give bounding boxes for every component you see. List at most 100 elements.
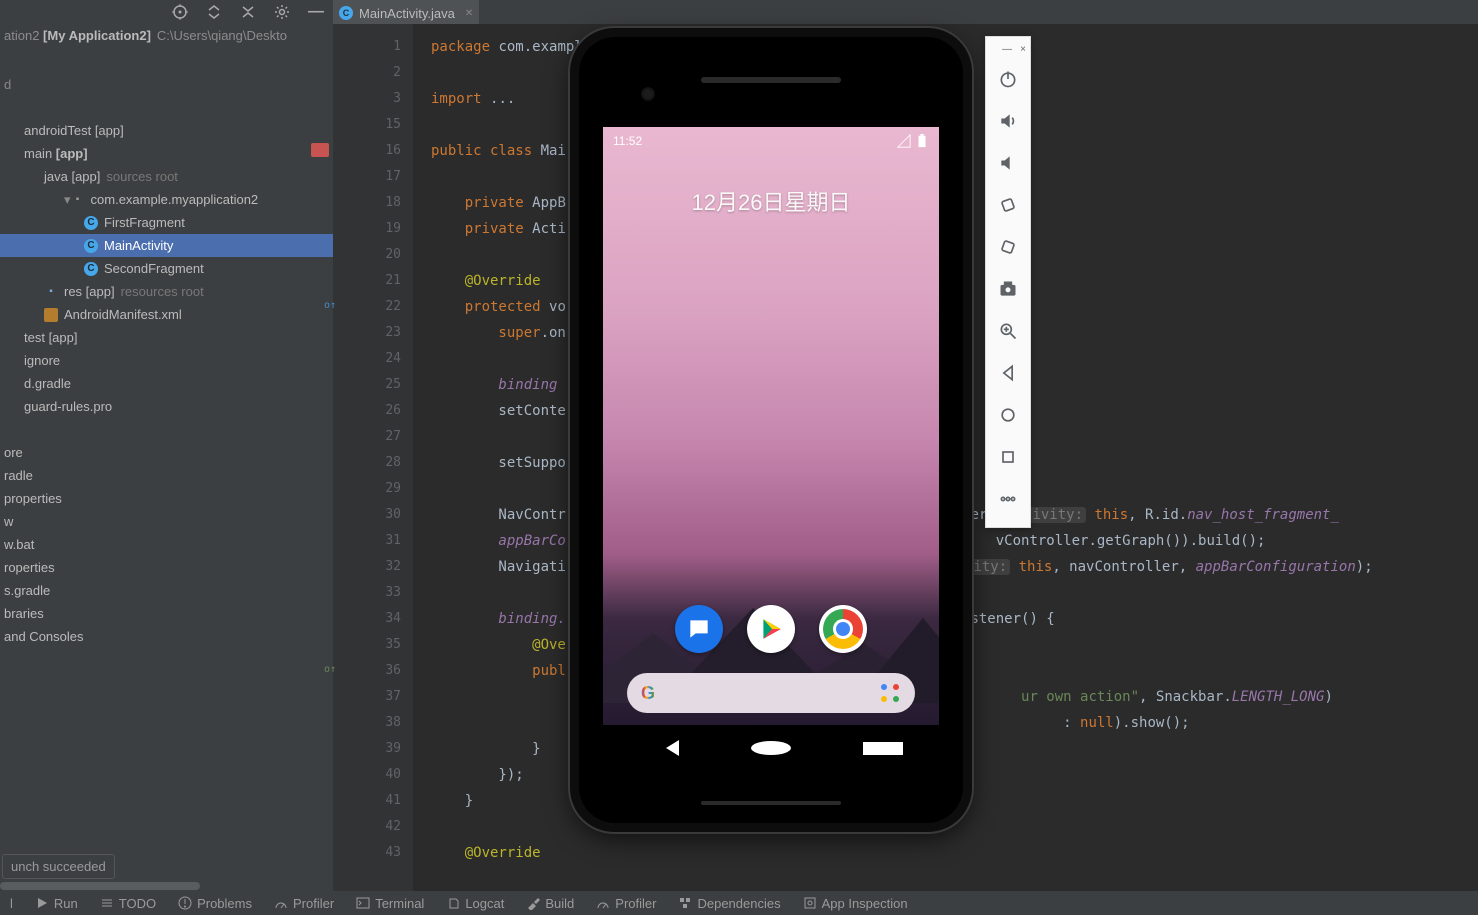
tree-label: MainActivity	[104, 238, 173, 253]
toolwindow-build[interactable]: Build	[526, 896, 574, 911]
tree-scrollbar[interactable]	[0, 881, 333, 891]
tree-node[interactable]: s.gradle	[0, 579, 333, 602]
toolwindow-problems[interactable]: Problems	[178, 896, 252, 911]
tree-node[interactable]: guard-rules.pro	[0, 395, 333, 418]
toolwindow-run[interactable]: Run	[35, 896, 78, 911]
tree-label: s.gradle	[4, 583, 50, 598]
nav-recents-button[interactable]	[863, 742, 903, 755]
tree-node[interactable]: and Consoles	[0, 625, 333, 648]
emu-home-icon[interactable]	[986, 395, 1030, 435]
tree-node[interactable]: w.bat	[0, 533, 333, 556]
xml-icon	[44, 308, 58, 322]
minimize-icon[interactable]: —	[306, 2, 326, 22]
tree-node[interactable]: w	[0, 510, 333, 533]
java-icon: C	[84, 216, 98, 230]
google-search-bar[interactable]: G	[627, 673, 915, 713]
emulator-minimize-icon[interactable]: —	[1002, 44, 1012, 55]
volume-down-icon[interactable]	[986, 143, 1030, 183]
list-icon	[100, 896, 114, 910]
tree-label: radle	[4, 468, 33, 483]
tree-node[interactable]: androidTest [app]	[0, 119, 333, 142]
warn-icon	[178, 896, 192, 910]
pkg-icon: ▪	[71, 193, 85, 207]
power-icon[interactable]	[986, 59, 1030, 99]
tree-node[interactable]: ▾ ▪com.example.myapplication2	[0, 188, 333, 211]
tree-node[interactable]: radle	[0, 464, 333, 487]
tree-node[interactable]: d.gradle	[0, 372, 333, 395]
collapse-all-icon[interactable]	[238, 2, 258, 22]
emu-back-icon[interactable]	[986, 353, 1030, 393]
logcat-icon	[446, 896, 460, 910]
breadcrumb-project: [My Application2]	[43, 28, 151, 43]
scrollbar-thumb[interactable]	[0, 882, 200, 890]
emulator-toolbar: — ×	[985, 36, 1031, 528]
close-icon[interactable]: ✕	[465, 8, 473, 19]
meter-icon	[274, 896, 288, 910]
toolwindow-dependencies[interactable]: Dependencies	[678, 896, 780, 911]
rotate-right-icon[interactable]	[986, 227, 1030, 267]
gear-icon[interactable]	[272, 2, 292, 22]
tree-node[interactable]	[0, 418, 333, 441]
tree-label: d.gradle	[24, 376, 71, 391]
google-logo-icon: G	[641, 683, 655, 704]
tree-node[interactable]: main [app]	[0, 142, 333, 165]
breadcrumb-path: C:\Users\qiang\Deskto	[157, 28, 287, 43]
camera-icon[interactable]	[986, 269, 1030, 309]
emulator-close-icon[interactable]: ×	[1020, 44, 1026, 55]
tree-label: properties	[4, 491, 62, 506]
breadcrumb: ation2 [My Application2] C:\Users\qiang\…	[0, 24, 333, 46]
tree-node[interactable]: ignore	[0, 349, 333, 372]
deps-icon	[678, 896, 692, 910]
tree-node[interactable]: CFirstFragment	[0, 211, 333, 234]
phone-bezel: 11:52 12月26日星期日 G	[579, 37, 963, 823]
battery-icon	[915, 134, 929, 148]
tree-node[interactable]: test [app]	[0, 326, 333, 349]
status-bubble: unch succeeded	[2, 854, 115, 879]
folder-icon: ▪	[44, 285, 58, 299]
android-emulator: 11:52 12月26日星期日 G	[570, 28, 972, 832]
tree-node[interactable]	[0, 50, 333, 73]
tree-node[interactable]: roperties	[0, 556, 333, 579]
toolwindow-terminal[interactable]: Terminal	[356, 896, 424, 911]
volume-up-icon[interactable]	[986, 101, 1030, 141]
phone-screen[interactable]: 11:52 12月26日星期日 G	[603, 127, 939, 775]
project-tree[interactable]: d androidTest [app] main [app]java [app]so…	[0, 46, 333, 885]
zoom-icon[interactable]	[986, 311, 1030, 351]
nav-home-button[interactable]	[751, 741, 791, 755]
app-chrome[interactable]	[819, 605, 867, 653]
toolwindow-profiler[interactable]: Profiler	[274, 896, 334, 911]
tree-node[interactable]: AndroidManifest.xml	[0, 303, 333, 326]
app-play-store[interactable]	[747, 605, 795, 653]
app-messages[interactable]	[675, 605, 723, 653]
toolwindow-logcat[interactable]: Logcat	[446, 896, 504, 911]
more-icon[interactable]	[986, 479, 1030, 519]
bottom-grill	[701, 801, 841, 805]
toolwindow-profiler[interactable]: Profiler	[596, 896, 656, 911]
tree-node[interactable]: properties	[0, 487, 333, 510]
phone-status-bar: 11:52	[603, 131, 939, 151]
tree-node[interactable]: java [app]sources root	[0, 165, 333, 188]
tree-label: com.example.myapplication2	[91, 192, 259, 207]
tree-node[interactable]: ▪res [app]resources root	[0, 280, 333, 303]
emu-overview-icon[interactable]	[986, 437, 1030, 477]
rotate-left-icon[interactable]	[986, 185, 1030, 225]
assistant-icon[interactable]	[879, 682, 901, 704]
toolwindow-app-inspection[interactable]: App Inspection	[803, 896, 908, 911]
tree-node[interactable]: braries	[0, 602, 333, 625]
tree-label: androidTest [app]	[24, 123, 124, 138]
tree-node[interactable]: CSecondFragment	[0, 257, 333, 280]
toolwindow-l[interactable]: l	[10, 896, 13, 911]
tree-node[interactable]	[0, 96, 333, 119]
tab-mainactivity[interactable]: C MainActivity.java ✕	[333, 0, 479, 24]
nav-back-button[interactable]	[639, 740, 679, 756]
tree-label: w.bat	[4, 537, 34, 552]
tree-node[interactable]: d	[0, 73, 333, 96]
tree-node[interactable]: CMainActivity	[0, 234, 333, 257]
phone-nav-bar	[603, 735, 939, 761]
expand-all-icon[interactable]	[204, 2, 224, 22]
tree-node[interactable]: ore	[0, 441, 333, 464]
status-time: 11:52	[613, 134, 642, 148]
tree-label: ignore	[24, 353, 60, 368]
toolwindow-todo[interactable]: TODO	[100, 896, 156, 911]
target-icon[interactable]	[170, 2, 190, 22]
